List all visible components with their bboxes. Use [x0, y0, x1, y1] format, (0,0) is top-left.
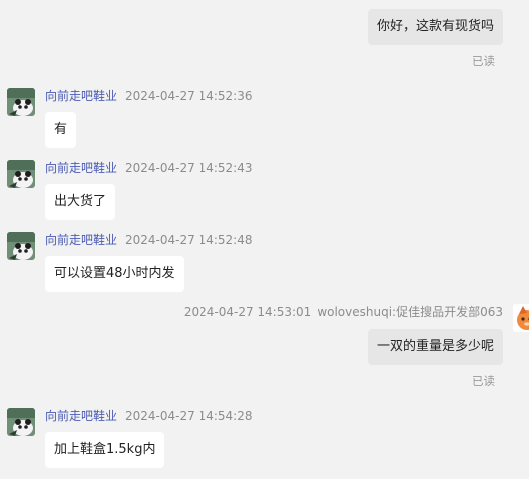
sender-name[interactable]: 向前走吧鞋业: [45, 409, 117, 423]
message-meta: 向前走吧鞋业 2024-04-27 14:52:48: [45, 232, 252, 248]
sender-name[interactable]: 向前走吧鞋业: [45, 161, 117, 175]
message-timestamp: 2024-04-27 14:52:43: [125, 161, 253, 175]
message-bubble-outgoing[interactable]: 一双的重量是多少呢: [367, 329, 503, 365]
message-meta: 向前走吧鞋业 2024-04-27 14:52:43: [45, 160, 252, 176]
panda-avatar-icon[interactable]: [7, 88, 35, 116]
message-bubble-incoming[interactable]: 有: [45, 112, 77, 148]
panda-avatar-icon[interactable]: [7, 160, 35, 188]
sender-name[interactable]: 向前走吧鞋业: [45, 89, 117, 103]
read-status: 已读: [472, 374, 495, 388]
message-timestamp: 2024-04-27 14:53:01: [183, 305, 312, 319]
message-timestamp: 2024-04-27 14:52:48: [125, 233, 253, 247]
message-text: 你好，这款有现货吗: [376, 19, 494, 34]
message-meta: 2024-04-27 14:53:01 woloveshuqi:促佳搜品开发部06…: [184, 304, 503, 320]
message-timestamp: 2024-04-27 14:54:28: [125, 409, 253, 423]
chat-message-list: 你好，这款有现货吗 已读 向前走吧鞋业 2024-04-27 14:52:36 有: [0, 0, 529, 479]
message-text: 加上鞋盒1.5kg内: [54, 442, 156, 457]
message-text: 一双的重量是多少呢: [376, 339, 494, 354]
panda-avatar-icon[interactable]: [7, 232, 35, 260]
panda-avatar-icon[interactable]: [7, 408, 35, 436]
message-text: 可以设置48小时内发: [54, 266, 175, 281]
message-text: 有: [54, 122, 68, 137]
sender-name[interactable]: woloveshuqi:促佳搜品开发部063: [317, 305, 503, 319]
message-text: 出大货了: [54, 194, 107, 209]
message-meta: 向前走吧鞋业 2024-04-27 14:54:28: [45, 408, 252, 424]
message-meta: 向前走吧鞋业 2024-04-27 14:52:36: [45, 88, 252, 104]
message-bubble-incoming[interactable]: 加上鞋盒1.5kg内: [45, 432, 165, 468]
message-bubble-outgoing[interactable]: 你好，这款有现货吗: [367, 9, 503, 45]
sender-name[interactable]: 向前走吧鞋业: [45, 233, 117, 247]
orange-character-avatar-icon[interactable]: [513, 304, 529, 332]
message-bubble-incoming[interactable]: 出大货了: [45, 184, 116, 220]
read-status: 已读: [472, 54, 495, 68]
message-timestamp: 2024-04-27 14:52:36: [125, 89, 253, 103]
message-bubble-incoming[interactable]: 可以设置48小时内发: [45, 256, 184, 292]
